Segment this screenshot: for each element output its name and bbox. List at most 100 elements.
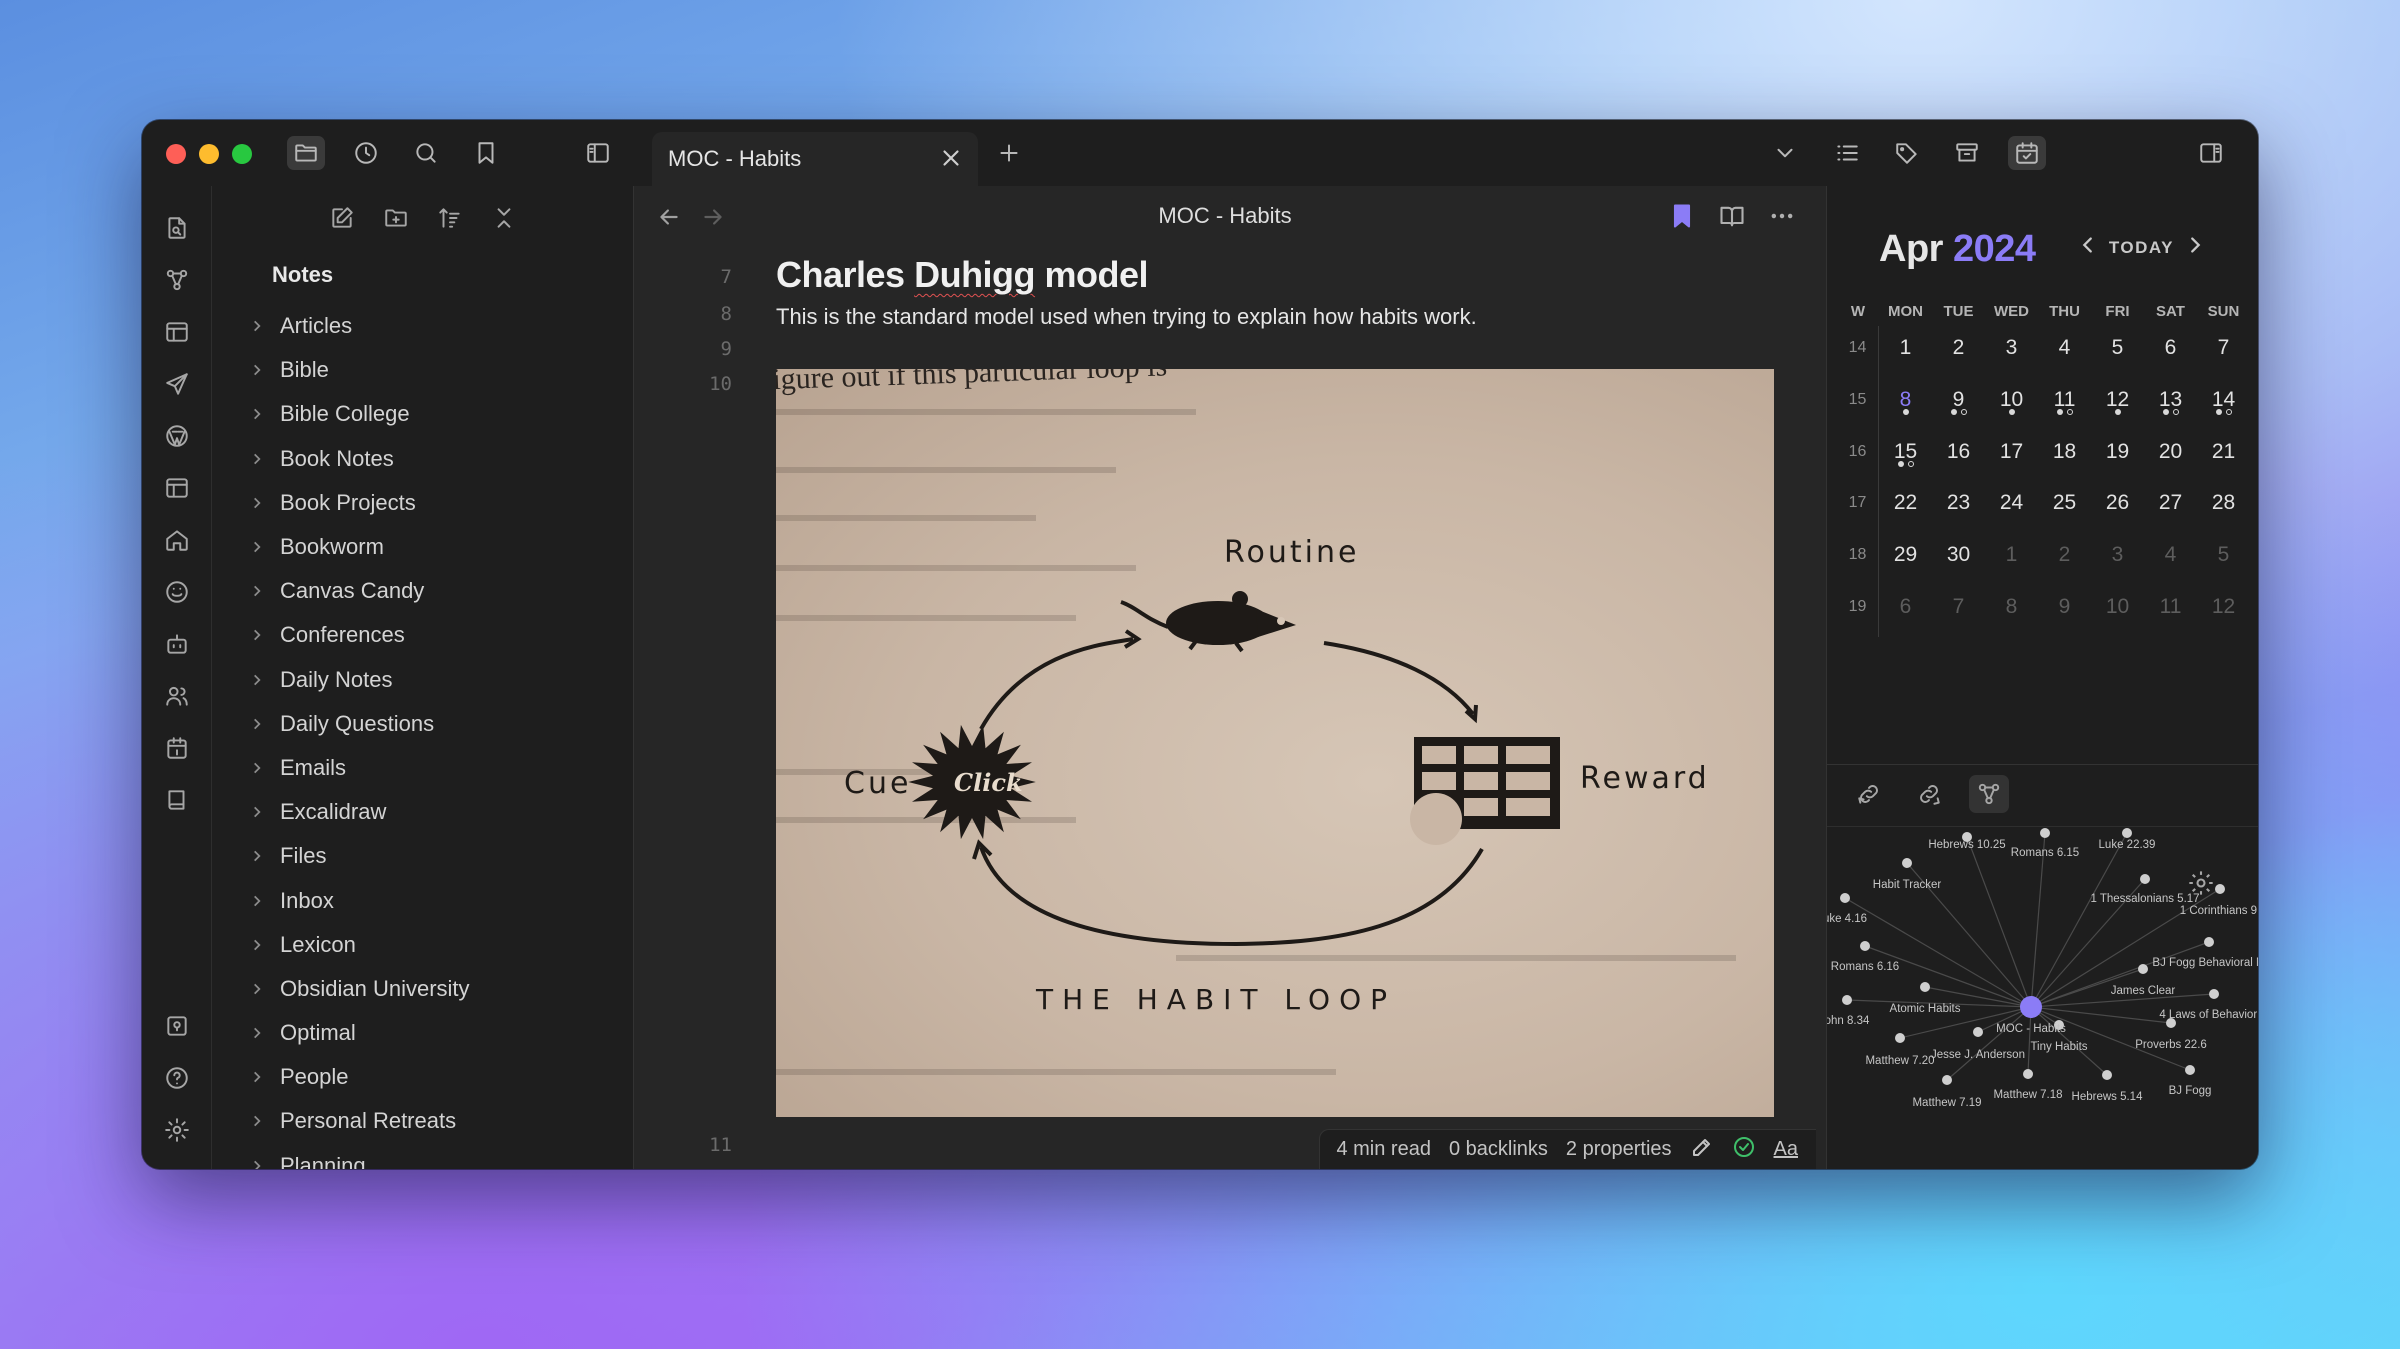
new-folder-icon[interactable] — [376, 198, 416, 238]
graph-node[interactable] — [2140, 874, 2150, 884]
calendar-day[interactable]: 26 — [2091, 481, 2144, 533]
folder-item[interactable]: Files — [242, 834, 622, 878]
search-icon[interactable] — [407, 136, 445, 170]
toggle-left-sidebar-icon[interactable] — [579, 136, 617, 170]
calendar-day[interactable]: 11 — [2144, 585, 2197, 637]
calendar-day[interactable]: 30 — [1932, 533, 1985, 585]
calendar-day[interactable]: 8 — [1985, 585, 2038, 637]
folder-item[interactable]: Book Notes — [242, 437, 622, 481]
recent-files-icon[interactable] — [347, 136, 385, 170]
folder-item[interactable]: Optimal — [242, 1011, 622, 1055]
new-note-icon[interactable] — [322, 198, 362, 238]
calendar-day[interactable]: 15 — [1879, 430, 1932, 482]
calendar-day-today[interactable]: 8 — [1879, 378, 1932, 467]
calendar-week-number[interactable]: 19 — [1837, 584, 1879, 637]
folder-item[interactable]: Planning — [242, 1144, 622, 1169]
calendar-day[interactable]: 19 — [2091, 430, 2144, 482]
calendar-day[interactable]: 4 — [2144, 533, 2197, 585]
people-icon[interactable] — [159, 678, 195, 714]
folder-item[interactable]: Articles — [242, 304, 622, 348]
new-tab-icon[interactable] — [990, 136, 1028, 170]
folder-item[interactable]: Lexicon — [242, 923, 622, 967]
folder-item[interactable]: Book Projects — [242, 481, 622, 525]
calendar-day[interactable]: 18 — [2038, 430, 2091, 482]
close-tab-icon[interactable] — [938, 145, 964, 171]
outline-icon[interactable] — [1828, 136, 1866, 170]
calendar-day[interactable]: 22 — [1879, 481, 1932, 533]
calendar-icon[interactable] — [159, 730, 195, 766]
previous-month-chevron-left-icon[interactable] — [2077, 234, 2099, 261]
folder-item[interactable]: Bible College — [242, 392, 622, 436]
folder-item[interactable]: Inbox — [242, 878, 622, 922]
vault-root-folder[interactable]: Notes — [272, 262, 333, 288]
spellcheck-word[interactable]: Duhigg — [914, 254, 1035, 295]
calendar-day[interactable]: 14 — [2197, 378, 2250, 430]
graph-node[interactable] — [1902, 858, 1912, 868]
calendar-day[interactable]: 7 — [1932, 585, 1985, 637]
font-size-label[interactable]: Aa — [1774, 1138, 1798, 1161]
folder-item[interactable]: Bible — [242, 348, 622, 392]
next-month-chevron-right-icon[interactable] — [2184, 234, 2206, 261]
graph-node[interactable] — [2185, 1065, 2195, 1075]
bookmark-icon[interactable] — [1668, 202, 1696, 235]
folder-item[interactable]: People — [242, 1055, 622, 1099]
calendar-week-number[interactable]: 18 — [1837, 533, 1879, 585]
calendar-day[interactable]: 29 — [1879, 533, 1932, 585]
calendar-day[interactable]: 2 — [2038, 533, 2091, 585]
help-icon[interactable] — [159, 1060, 195, 1096]
calendar-day[interactable]: 3 — [1985, 326, 2038, 415]
graph-node[interactable] — [2102, 1070, 2112, 1080]
calendar-day[interactable]: 2 — [1932, 326, 1985, 415]
graph-node[interactable] — [1842, 995, 1852, 1005]
calendar-day[interactable]: 11 — [2038, 378, 2091, 430]
calendar-week-number[interactable]: 16 — [1837, 429, 1879, 482]
calendar-day[interactable]: 5 — [2091, 326, 2144, 415]
reading-view-icon[interactable] — [1718, 202, 1746, 235]
sort-order-icon[interactable] — [430, 198, 470, 238]
sync-check-icon[interactable] — [1732, 1135, 1756, 1165]
open-note-icon[interactable] — [159, 210, 195, 246]
bot-icon[interactable] — [159, 626, 195, 662]
graph-node[interactable] — [1895, 1033, 1905, 1043]
folder-item[interactable]: Emails — [242, 746, 622, 790]
toggle-right-sidebar-icon[interactable] — [2192, 136, 2230, 170]
graph-node[interactable] — [1973, 1027, 1983, 1037]
calendar-day[interactable]: 25 — [2038, 481, 2091, 533]
backlinks-count[interactable]: 0 backlinks — [1449, 1138, 1548, 1161]
calendar-day[interactable]: 28 — [2197, 481, 2250, 533]
graph-node[interactable] — [1920, 982, 1930, 992]
zoom-window-button[interactable] — [232, 144, 252, 164]
calendar-day[interactable]: 13 — [2144, 378, 2197, 430]
calendar-day[interactable]: 20 — [2144, 430, 2197, 482]
files-tab-icon[interactable] — [287, 136, 325, 170]
calendar-day[interactable]: 10 — [1985, 378, 2038, 430]
calendar-day[interactable]: 3 — [2091, 533, 2144, 585]
calendar-day[interactable]: 23 — [1932, 481, 1985, 533]
calendar-day[interactable]: 1 — [1879, 326, 1932, 415]
graph-node[interactable] — [2138, 964, 2148, 974]
edit-mode-pencil-icon[interactable] — [1690, 1135, 1714, 1165]
calendar-day[interactable]: 17 — [1985, 430, 2038, 482]
tags-icon[interactable] — [1888, 136, 1926, 170]
layout-icon[interactable] — [159, 470, 195, 506]
folder-item[interactable]: Daily Notes — [242, 658, 622, 702]
calendar-day[interactable]: 5 — [2197, 533, 2250, 585]
folder-item[interactable]: Conferences — [242, 613, 622, 657]
calendar-day[interactable]: 16 — [1932, 430, 1985, 482]
local-graph-icon[interactable] — [1969, 775, 2009, 813]
tab-list-chevron-down-icon[interactable] — [1766, 136, 1804, 170]
calendar-day[interactable]: 6 — [2144, 326, 2197, 415]
note-heading[interactable]: Charles Duhigg model — [776, 254, 1149, 296]
calendar-day[interactable]: 9 — [2038, 585, 2091, 637]
graph-node[interactable] — [2122, 828, 2132, 838]
folder-item[interactable]: Obsidian University — [242, 967, 622, 1011]
smiley-icon[interactable] — [159, 574, 195, 610]
properties-count[interactable]: 2 properties — [1566, 1138, 1672, 1161]
graph-center-node[interactable] — [2020, 996, 2042, 1018]
close-window-button[interactable] — [166, 144, 186, 164]
send-icon[interactable] — [159, 366, 195, 402]
backlinks-icon[interactable] — [1849, 775, 1889, 813]
calendar-day[interactable]: 27 — [2144, 481, 2197, 533]
note-paragraph[interactable]: This is the standard model used when try… — [776, 304, 1477, 330]
outgoing-links-icon[interactable] — [1909, 775, 1949, 813]
